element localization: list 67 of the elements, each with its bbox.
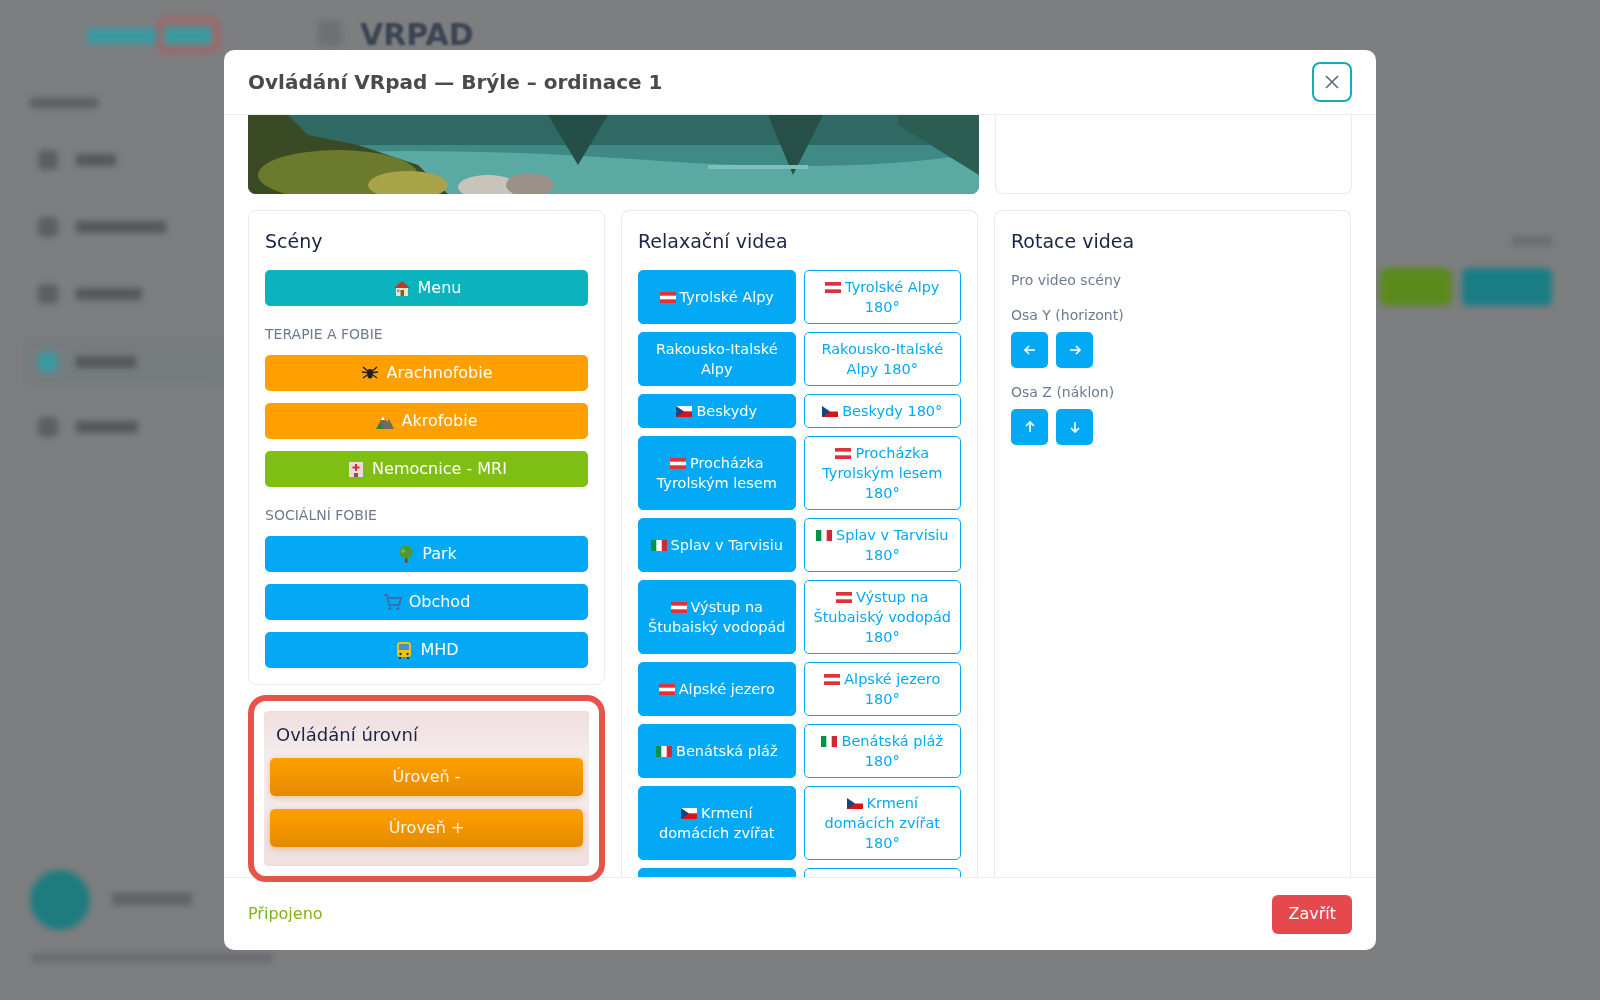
flag-icon xyxy=(835,447,852,459)
flag-icon xyxy=(821,735,838,747)
section-heading: SOCIÁLNÍ FOBIE xyxy=(265,505,378,525)
flag-icon xyxy=(669,457,686,469)
close-button[interactable]: Zavřít xyxy=(1272,894,1352,934)
flag-icon xyxy=(822,405,839,417)
video-button[interactable]: Procházka Tyrolským lesem xyxy=(638,435,796,510)
video-button[interactable]: Benátská pláž xyxy=(638,723,796,778)
level-button[interactable]: Úroveň + xyxy=(270,808,583,847)
flag-icon xyxy=(670,601,687,613)
video-button[interactable]: Výstup na Štubaiský vodopád 180° xyxy=(803,579,961,654)
level-button[interactable]: Úroveň - xyxy=(270,757,583,796)
scene-button[interactable]: Menu xyxy=(265,269,588,306)
panel-subtitle: Pro video scény xyxy=(1011,270,1123,290)
scene-button[interactable]: Akrofobie xyxy=(265,402,588,439)
flag-icon xyxy=(816,529,833,541)
panel-title: Scény xyxy=(265,229,324,254)
sidebar-heading xyxy=(30,98,98,108)
video-button[interactable]: Krmení domácích zvířat xyxy=(638,785,796,860)
axis-label: Osa Y (horizont) xyxy=(1011,305,1125,325)
flag-icon xyxy=(824,673,841,685)
video-button[interactable]: Beskydy xyxy=(638,393,796,428)
flag-icon xyxy=(681,807,697,819)
close-button[interactable] xyxy=(1312,62,1352,102)
flag-icon xyxy=(836,591,853,603)
video-button[interactable]: Benátská pláž 180° xyxy=(803,723,961,778)
flag-icon xyxy=(655,745,672,757)
panel-title: Relaxační videa xyxy=(638,229,789,254)
video-button[interactable]: Výstup na Štubaiský vodopád xyxy=(638,579,796,654)
avatar xyxy=(30,870,90,930)
video-button[interactable]: Rakousko-Italské Alpy 180° xyxy=(803,331,961,386)
section-heading: TERAPIE A FOBIE xyxy=(265,324,384,344)
scene-button[interactable]: Arachnofobie xyxy=(265,354,588,391)
flag-icon xyxy=(659,291,676,303)
scene-button[interactable]: Nemocnice - MRI xyxy=(265,450,588,487)
connection-status: Připojeno xyxy=(248,903,323,925)
video-button[interactable]: Tyrolské Alpy xyxy=(638,269,796,324)
video-button[interactable]: Beskydy 180° xyxy=(803,393,961,428)
video-button[interactable]: Alpské jezero xyxy=(638,661,796,716)
page-title: VRPAD xyxy=(360,16,474,54)
rotate-up-button[interactable] xyxy=(1011,408,1048,445)
flag-icon xyxy=(658,683,675,695)
video-button[interactable]: Alpské jezero 180° xyxy=(803,661,961,716)
panel-title: Rotace videa xyxy=(1011,229,1136,254)
cart-icon xyxy=(382,591,403,612)
flag-icon xyxy=(650,539,667,551)
axis-label: Osa Z (náklon) xyxy=(1011,382,1116,402)
flag-icon xyxy=(825,281,842,293)
video-button[interactable]: Splav v Tarvisiu xyxy=(638,517,796,572)
action-button[interactable] xyxy=(1462,268,1552,306)
video-button[interactable]: Splav v Tarvisiu 180° xyxy=(803,517,961,572)
scene-button[interactable]: MHD xyxy=(265,631,588,668)
rotate-left-button[interactable] xyxy=(1011,331,1048,368)
scene-button[interactable]: Park xyxy=(265,535,588,572)
rotate-down-button[interactable] xyxy=(1056,408,1093,445)
scene-button[interactable]: Obchod xyxy=(265,583,588,620)
flag-icon xyxy=(846,797,863,809)
video-button[interactable]: Tyrolské Alpy 180° xyxy=(803,269,961,324)
action-button[interactable] xyxy=(1380,268,1452,306)
video-button[interactable]: Procházka Tyrolským lesem 180° xyxy=(803,435,961,510)
video-button[interactable]: Rakousko-Italské Alpy xyxy=(638,331,796,386)
close-icon xyxy=(1325,75,1339,89)
flag-icon xyxy=(676,405,693,417)
modal-title: Ovládání VRpad — Brýle – ordinace 1 xyxy=(248,69,663,96)
section-title: Ovládání úrovní xyxy=(275,722,419,747)
video-button[interactable]: Krmení domácích zvířat 180° xyxy=(803,785,961,860)
rotate-right-button[interactable] xyxy=(1056,331,1093,368)
